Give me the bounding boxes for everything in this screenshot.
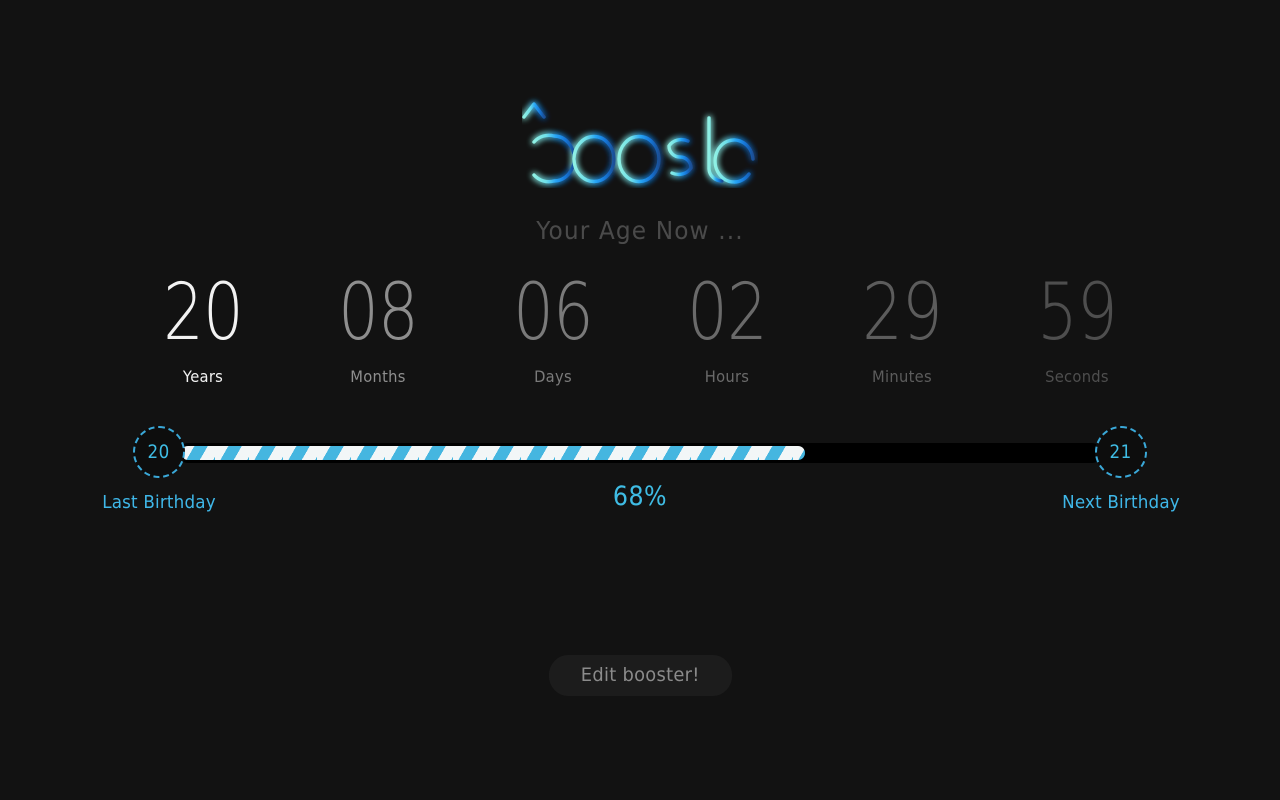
page-subtitle: Your Age Now ... xyxy=(536,216,744,245)
progress-percent-label: 68% xyxy=(612,481,668,512)
edit-booster-button[interactable]: Edit booster! xyxy=(548,655,732,696)
counter-days-value: 06 xyxy=(512,268,594,358)
counter-hours-value: 02 xyxy=(687,268,769,358)
actions-bar: Edit booster! xyxy=(0,655,1280,696)
counter-seconds: 59 Seconds xyxy=(994,272,1160,386)
progress-track[interactable] xyxy=(178,443,1102,463)
progress-fill xyxy=(181,446,805,460)
last-birthday-age: 20 xyxy=(147,441,171,463)
counter-hours: 02 Hours xyxy=(644,272,810,386)
counter-days: 06 Days xyxy=(470,272,636,386)
counter-seconds-value: 59 xyxy=(1037,268,1118,358)
birthday-progress: 20 21 xyxy=(0,426,1280,480)
booster-logotype xyxy=(522,102,755,184)
counter-minutes-value: 29 xyxy=(862,268,943,358)
counter-months-value: 08 xyxy=(337,268,419,358)
next-birthday-age: 21 xyxy=(1109,441,1133,463)
last-birthday-node[interactable]: 20 xyxy=(133,426,185,478)
age-counter-group: 20 Years 08 Months 06 Days 02 Hours 29 M… xyxy=(120,272,1160,402)
counter-minutes: 29 Minutes xyxy=(819,272,985,386)
booster-age-page: Your Age Now ... 20 Years 08 Months 06 D… xyxy=(0,0,1280,800)
counter-years: 20 Years xyxy=(120,272,286,386)
counter-days-label: Days xyxy=(533,367,572,386)
counter-months-label: Months xyxy=(350,367,406,386)
next-birthday-node[interactable]: 21 xyxy=(1095,426,1147,478)
counter-years-label: Years xyxy=(182,367,224,386)
counter-hours-label: Hours xyxy=(705,367,750,386)
counter-minutes-label: Minutes xyxy=(872,367,933,386)
counter-years-value: 20 xyxy=(163,268,244,358)
app-logo xyxy=(0,96,1280,188)
counter-seconds-label: Seconds xyxy=(1045,367,1109,386)
counter-months: 08 Months xyxy=(295,272,461,386)
